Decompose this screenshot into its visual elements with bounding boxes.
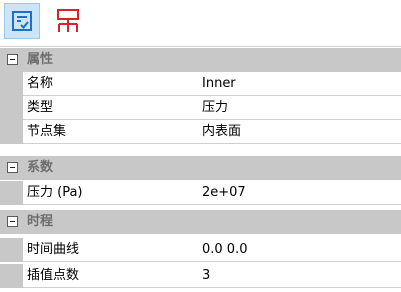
row-gutter [0, 120, 23, 144]
tree-structure-icon [57, 9, 79, 32]
checklist-button[interactable] [4, 3, 40, 39]
toolbar [0, 0, 401, 44]
row-gutter [0, 72, 23, 96]
property-value[interactable]: 3 [198, 264, 401, 288]
category-coefficients[interactable]: 系数 [0, 156, 401, 180]
property-name: 名称 [23, 72, 202, 96]
category-label: 属性 [27, 52, 54, 67]
property-row[interactable]: 插值点数 3 [0, 264, 401, 288]
property-row[interactable]: 名称 Inner [0, 72, 401, 96]
property-name: 时间曲线 [23, 238, 202, 262]
collapse-icon[interactable] [7, 54, 18, 65]
collapse-icon[interactable] [7, 162, 18, 173]
row-gutter [0, 238, 23, 262]
tree-structure-button[interactable] [50, 3, 86, 39]
property-row[interactable]: 节点集 内表面 [0, 120, 401, 144]
category-time-history[interactable]: 时程 [0, 210, 401, 234]
property-value[interactable]: 压力 [198, 96, 401, 120]
collapse-icon[interactable] [7, 216, 18, 227]
property-name: 压力 (Pa) [23, 181, 202, 205]
property-name: 节点集 [23, 120, 202, 144]
property-row[interactable]: 压力 (Pa) 2e+07 [0, 181, 401, 205]
category-attributes[interactable]: 属性 [0, 48, 401, 72]
property-value[interactable]: 0.0 0.0 [198, 238, 401, 262]
category-label: 系数 [27, 160, 54, 175]
property-row[interactable]: 类型 压力 [0, 96, 401, 120]
property-value[interactable]: Inner [198, 72, 401, 96]
row-gutter [0, 96, 23, 120]
row-gutter [0, 181, 23, 205]
checklist-icon [12, 11, 32, 31]
category-label: 时程 [27, 214, 54, 229]
row-gutter [0, 264, 23, 288]
property-value[interactable]: 2e+07 [198, 181, 401, 205]
property-row[interactable]: 时间曲线 0.0 0.0 [0, 238, 401, 262]
property-name: 插值点数 [23, 264, 202, 288]
property-name: 类型 [23, 96, 202, 120]
property-value[interactable]: 内表面 [198, 120, 401, 144]
property-grid: 属性 名称 Inner 类型 压力 节点集 内表面 系数 压力 (Pa) 2e+… [0, 46, 401, 292]
